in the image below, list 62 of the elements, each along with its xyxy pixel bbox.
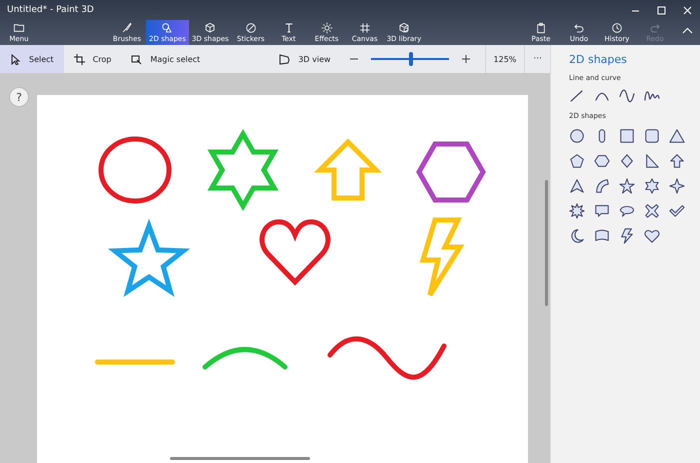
wave-tool[interactable] — [619, 88, 635, 104]
cross-tool[interactable] — [644, 203, 660, 219]
heart-shape[interactable] — [260, 219, 330, 284]
ellipse-shape[interactable] — [98, 136, 172, 204]
folder-icon — [13, 22, 25, 34]
more-button[interactable]: ··· — [525, 54, 550, 64]
paste-icon — [535, 22, 547, 34]
redo-icon — [649, 22, 661, 34]
six-point-star-shape[interactable] — [207, 129, 279, 211]
line-tool[interactable] — [569, 88, 585, 104]
quarter-ring-tool[interactable] — [594, 178, 610, 194]
tool-button[interactable]: Magic select — [121, 45, 210, 73]
burst-tool[interactable] — [569, 203, 585, 219]
help-button[interactable]: ? — [9, 87, 29, 107]
lightning-tool[interactable] — [619, 228, 635, 244]
scrollbar[interactable] — [545, 180, 548, 306]
crop-icon — [74, 54, 85, 64]
zoom-value[interactable]: 125% — [494, 54, 516, 64]
panel-title: 2D shapes — [569, 53, 628, 66]
square-tool[interactable] — [619, 128, 635, 144]
sticker-icon — [244, 22, 257, 34]
history-icon — [611, 22, 623, 34]
speech-bubble-tool[interactable] — [594, 203, 610, 219]
text-icon — [282, 22, 295, 34]
shapes-icon — [161, 22, 174, 34]
tool-button[interactable]: Crop — [64, 45, 122, 73]
diamond-tool[interactable] — [619, 153, 635, 169]
hexagon-tool[interactable] — [594, 153, 610, 169]
pointer-tool[interactable] — [569, 178, 585, 194]
brush-icon — [121, 22, 133, 34]
arrow-up-tool[interactable] — [669, 153, 685, 169]
checkmark-tool[interactable] — [669, 203, 685, 219]
cube-icon — [204, 22, 216, 34]
crescent-tool[interactable] — [569, 228, 585, 244]
cube-icon — [398, 22, 410, 34]
undo-icon — [573, 22, 585, 34]
hexagon-shape[interactable] — [416, 142, 486, 202]
rounded-square-tool[interactable] — [644, 128, 660, 144]
tool-button[interactable]: Select — [0, 45, 64, 73]
thought-bubble-tool[interactable] — [619, 203, 635, 219]
star-shape[interactable] — [108, 218, 190, 297]
slider-thumb[interactable] — [409, 52, 414, 66]
drawing-canvas[interactable] — [37, 95, 528, 463]
wave-shape[interactable] — [328, 336, 446, 380]
sun-icon — [320, 22, 333, 34]
view-icon — [279, 54, 290, 64]
circle-tool[interactable] — [569, 128, 585, 144]
four-point-star-tool[interactable] — [669, 178, 685, 194]
scrollbar[interactable] — [170, 457, 310, 460]
star-tool[interactable] — [619, 178, 635, 194]
banner-tool[interactable] — [594, 228, 610, 244]
3d-view-button[interactable]: 3D view — [269, 45, 341, 73]
six-point-star-tool[interactable] — [644, 178, 660, 194]
grid-icon — [358, 22, 371, 34]
window-title: Untitled* - Paint 3D — [7, 5, 94, 15]
cursor-icon — [10, 54, 21, 64]
pentagon-tool[interactable] — [569, 153, 585, 169]
triangle-tool[interactable] — [669, 128, 685, 144]
heart-tool[interactable] — [644, 228, 660, 244]
right-triangle-tool[interactable] — [644, 153, 660, 169]
magic-select-icon — [131, 54, 142, 64]
zoom-in-icon[interactable] — [460, 54, 471, 64]
